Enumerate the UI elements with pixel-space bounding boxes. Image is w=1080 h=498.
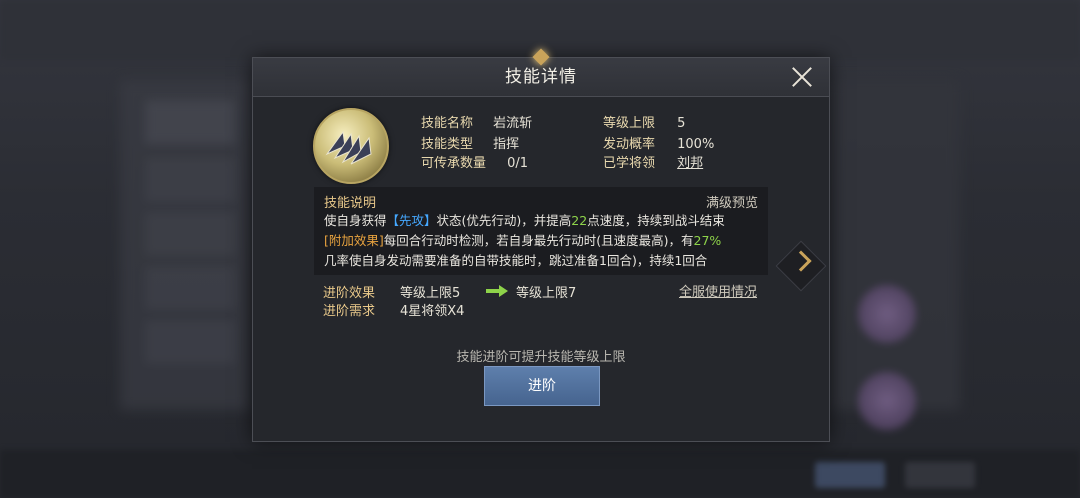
background-orb [858,285,916,343]
description-line-3: 几率使自身发动需要准备的自带技能时，跳过准备1回合)，持续1回合 [324,250,707,269]
background-button [905,462,975,488]
skill-name-row: 技能名称 岩流斩 [421,112,532,131]
war-horse-skill-icon [313,108,389,184]
inherit-count-row: 可传承数量 0/1 [421,152,528,171]
inherit-count-value: 0/1 [507,156,529,171]
skill-name-value: 岩流斩 [493,116,533,131]
chance-value: 27% [693,233,722,248]
description-text: 几率使自身发动需要准备的自带技能时，跳过准备1回合)，持续1回合 [324,253,708,268]
next-skill-arrow-icon[interactable] [775,240,827,292]
background-tab [145,100,235,144]
advance-hint: 技能进阶可提升技能等级上限 [456,350,626,365]
advance-effect-row: 进阶效果 [323,282,375,301]
background-orb [858,372,916,430]
skill-type-value: 指挥 [493,137,520,152]
chevron-right-icon [790,250,812,272]
speed-value: 22 [571,213,588,228]
description-text: 状态(优先行动)，并提高 [436,213,572,228]
skill-type-label: 技能类型 [421,137,474,152]
inherit-count-label: 可传承数量 [421,156,487,171]
learned-hero-row: 已学将领 刘邦 [603,152,703,171]
trigger-rate-value: 100% [677,137,715,152]
background-tab [145,266,235,310]
server-usage-link[interactable]: 全服使用情况 [679,281,757,300]
level-cap-row: 等级上限 5 [603,112,685,131]
close-icon[interactable] [789,64,815,90]
advance-require-row: 进阶需求 [323,300,375,319]
background-tab [145,212,235,256]
description-line-1: 使自身获得【先攻】状态(优先行动)，并提高22点速度，持续到战斗结束 [324,210,725,229]
background-tab [145,158,235,202]
description-title: 技能说明 [324,196,377,211]
full-level-preview-link[interactable]: 满级预览 [706,192,758,211]
preemptive-tag: 【先攻】 [386,213,437,228]
extra-effect-tag: [附加效果] [324,233,384,248]
level-cap-label: 等级上限 [603,116,656,131]
dialog-title: 技能详情 [505,67,577,87]
advance-effect-to: 等级上限7 [516,286,577,301]
advance-button[interactable]: 进阶 [484,366,600,406]
background-button [815,462,885,488]
advance-effect-from: 等级上限5 [400,286,461,301]
description-text: 使自身获得 [324,213,387,228]
advance-effect-label: 进阶效果 [323,286,376,301]
horse-emblem-icon [325,130,372,165]
learned-hero-link[interactable]: 刘邦 [677,152,703,171]
skill-type-row: 技能类型 指挥 [421,133,519,152]
skill-name-label: 技能名称 [421,116,474,131]
description-text: 点速度，持续到战斗结束 [587,213,725,228]
learned-hero-label: 已学将领 [603,156,656,171]
level-cap-value: 5 [677,116,686,131]
skill-detail-dialog: 技能详情 技能名称 岩流斩 技能类型 指挥 可传承数量 0/1 等级上限 5 发… [252,48,830,442]
advance-require-label: 进阶需求 [323,304,376,319]
background-tab [145,320,235,364]
description-line-2: [附加效果]每回合行动时检测，若自身最先行动时(且速度最高)，有27% [324,230,721,249]
trigger-rate-label: 发动概率 [603,137,656,152]
advance-require-value: 4星将领X4 [400,304,465,319]
arrow-right-icon [486,285,508,297]
dialog-header: 技能详情 [253,48,829,97]
background-right-panel [830,80,960,410]
trigger-rate-row: 发动概率 100% [603,133,714,152]
skill-description-box: 技能说明 满级预览 使自身获得【先攻】状态(优先行动)，并提高22点速度，持续到… [314,187,768,275]
description-text: 每回合行动时检测，若自身最先行动时(且速度最高)，有 [383,233,694,248]
